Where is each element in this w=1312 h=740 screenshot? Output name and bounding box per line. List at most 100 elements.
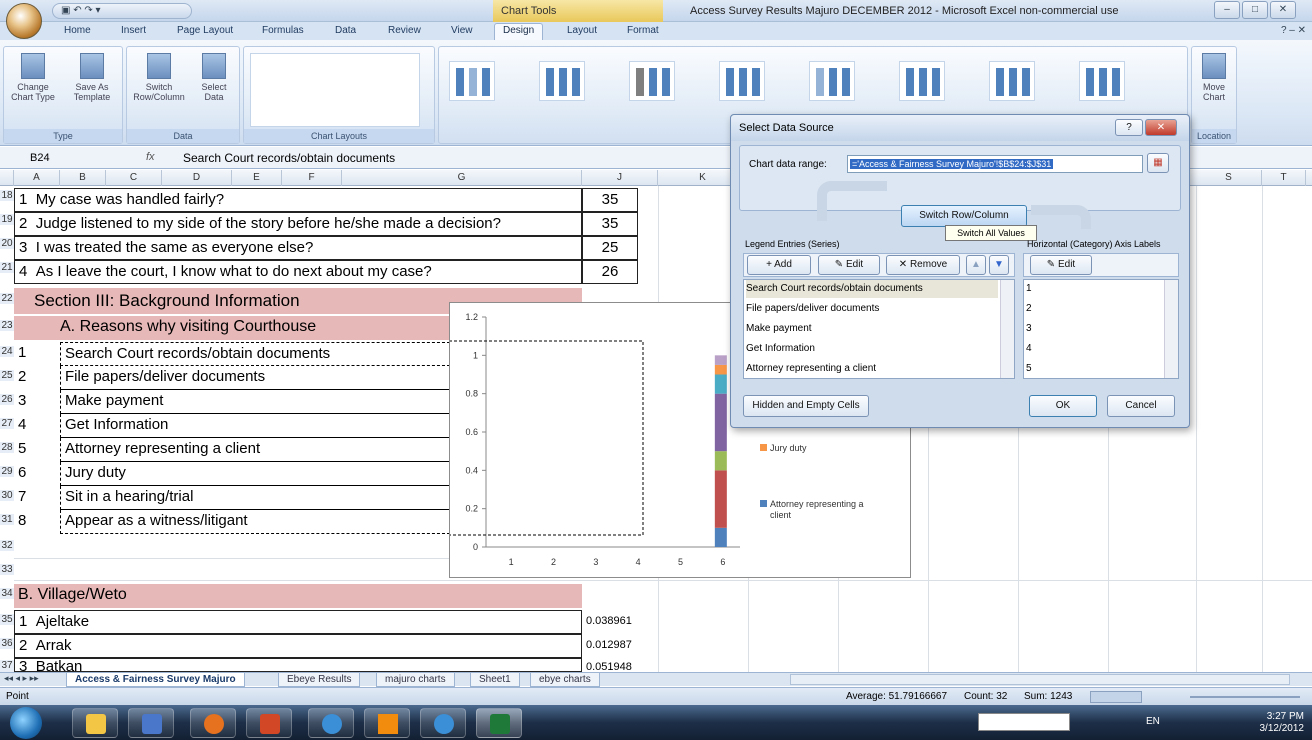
value-cell[interactable]: 35 xyxy=(582,188,638,212)
move-up-button[interactable]: ▲ xyxy=(966,255,986,275)
list-item-number[interactable]: 7 xyxy=(18,486,26,508)
chart-range-input[interactable]: ='Access & Fairness Survey Majuro'!$B$24… xyxy=(847,155,1143,173)
list-item[interactable]: Attorney representing a client xyxy=(60,438,450,462)
zoom-slider[interactable] xyxy=(1190,696,1300,698)
tab-data[interactable]: Data xyxy=(335,25,356,36)
cancel-button[interactable]: Cancel xyxy=(1107,395,1175,417)
list-item[interactable]: 4 xyxy=(1026,340,1032,358)
change-chart-type-button[interactable]: Change Chart Type xyxy=(8,53,58,102)
quick-access-toolbar[interactable]: ▣ ↶ ↷ ▾ xyxy=(52,3,192,19)
edit-axis-button[interactable]: ✎ Edit xyxy=(1030,255,1092,275)
hidden-empty-cells-button[interactable]: Hidden and Empty Cells xyxy=(743,395,869,417)
row-number[interactable]: 33 xyxy=(0,564,14,575)
list-item-number[interactable]: 1 xyxy=(18,342,26,364)
row-number[interactable]: 30 xyxy=(0,490,14,501)
chart-style-2[interactable] xyxy=(539,61,585,101)
chart-style-4[interactable] xyxy=(719,61,765,101)
chart-style-8[interactable] xyxy=(1079,61,1125,101)
firefox-taskbar-icon[interactable] xyxy=(190,708,236,738)
help-controls[interactable]: ? – ✕ xyxy=(1281,25,1306,36)
system-clock[interactable]: 3:27 PM 3/12/2012 xyxy=(1260,711,1305,735)
edit-series-button[interactable]: ✎ Edit xyxy=(818,255,880,275)
row-number[interactable]: 23 xyxy=(0,320,14,331)
col-header-b[interactable]: B xyxy=(60,170,106,186)
start-button[interactable] xyxy=(10,707,42,739)
dialog-help-button[interactable]: ? xyxy=(1115,119,1143,136)
list-item-number[interactable]: 6 xyxy=(18,462,26,484)
tab-review[interactable]: Review xyxy=(388,25,421,36)
row-number[interactable]: 29 xyxy=(0,466,14,477)
list-item[interactable]: Get Information xyxy=(60,414,450,438)
chart-style-6[interactable] xyxy=(899,61,945,101)
series-list[interactable]: Search Court records/obtain documents Fi… xyxy=(743,279,1015,379)
col-header-f[interactable]: F xyxy=(282,170,342,186)
row-number[interactable]: 27 xyxy=(0,418,14,429)
value-cell[interactable]: 35 xyxy=(582,212,638,236)
sheet-tab[interactable]: majuro charts xyxy=(376,673,455,687)
row-number[interactable]: 37 xyxy=(0,660,14,672)
list-item[interactable]: Jury duty xyxy=(60,462,450,486)
list-item[interactable]: 5 xyxy=(1026,360,1032,378)
value-cell[interactable]: 25 xyxy=(582,236,638,260)
list-item[interactable]: Search Court records/obtain documents xyxy=(746,280,998,298)
dialog-close-button[interactable]: ✕ xyxy=(1145,119,1177,136)
move-chart-button[interactable]: Move Chart xyxy=(1196,53,1232,102)
table-row[interactable]: 4 As I leave the court, I know what to d… xyxy=(14,260,582,284)
tab-design[interactable]: Design xyxy=(494,23,544,41)
taskbar-search-box[interactable] xyxy=(978,713,1070,731)
media-taskbar-icon[interactable] xyxy=(420,708,466,738)
col-header-e[interactable]: E xyxy=(232,170,282,186)
tab-layout[interactable]: Layout xyxy=(567,25,597,36)
row-number[interactable]: 32 xyxy=(0,540,14,551)
ok-button[interactable]: OK xyxy=(1029,395,1097,417)
table-row[interactable]: 2 Judge listened to my side of the story… xyxy=(14,212,582,236)
table-row[interactable]: 2 Arrak xyxy=(14,634,582,658)
list-item[interactable]: Make payment xyxy=(746,320,812,338)
sheet-tab[interactable]: Ebeye Results xyxy=(278,673,361,687)
chart-style-5[interactable] xyxy=(809,61,855,101)
formula-input[interactable]: Search Court records/obtain documents xyxy=(183,150,395,166)
sheet-tab[interactable]: Sheet1 xyxy=(470,673,520,687)
itunes-taskbar-icon[interactable] xyxy=(308,708,354,738)
word-taskbar-icon[interactable] xyxy=(128,708,174,738)
row-number[interactable]: 20 xyxy=(0,238,14,249)
close-window-button[interactable]: ✕ xyxy=(1270,1,1296,19)
tab-view[interactable]: View xyxy=(451,25,473,36)
list-item[interactable]: File papers/deliver documents xyxy=(746,300,879,318)
list-item-number[interactable]: 4 xyxy=(18,414,26,436)
sheet-tab-active[interactable]: Access & Fairness Survey Majuro xyxy=(66,673,245,687)
horizontal-scrollbar[interactable] xyxy=(790,674,1290,685)
save-as-template-button[interactable]: Save As Template xyxy=(64,53,120,102)
list-item[interactable]: 3 xyxy=(1026,320,1032,338)
list-item-number[interactable]: 2 xyxy=(18,366,26,388)
tab-insert[interactable]: Insert xyxy=(121,25,146,36)
list-item-number[interactable]: 5 xyxy=(18,438,26,460)
row-number[interactable]: 22 xyxy=(0,293,14,304)
value-cell[interactable]: 0.051948 xyxy=(586,658,632,672)
tab-home[interactable]: Home xyxy=(64,25,91,36)
row-number[interactable]: 18 xyxy=(0,190,14,201)
move-down-button[interactable]: ▼ xyxy=(989,255,1009,275)
tab-page-layout[interactable]: Page Layout xyxy=(177,25,233,36)
row-number[interactable]: 36 xyxy=(0,638,14,649)
add-series-button[interactable]: + Add xyxy=(747,255,811,275)
table-row[interactable]: 3 I was treated the same as everyone els… xyxy=(14,236,582,260)
col-header-s[interactable]: S xyxy=(1196,170,1262,186)
list-item[interactable]: Make payment xyxy=(60,390,450,414)
powerpoint-taskbar-icon[interactable] xyxy=(246,708,292,738)
chart-style-1[interactable] xyxy=(449,61,495,101)
language-indicator[interactable]: EN xyxy=(1146,716,1160,727)
row-number[interactable]: 26 xyxy=(0,394,14,405)
office-button[interactable] xyxy=(6,3,42,39)
table-row[interactable]: 1 My case was handled fairly? xyxy=(14,188,582,212)
switch-row-column-ribbon-button[interactable]: Switch Row/Column xyxy=(131,53,187,102)
row-number[interactable]: 31 xyxy=(0,514,14,525)
table-row[interactable]: 1 Ajeltake xyxy=(14,610,582,634)
row-number[interactable]: 24 xyxy=(0,346,14,357)
chart-style-3[interactable] xyxy=(629,61,675,101)
row-number[interactable]: 19 xyxy=(0,214,14,225)
remove-series-button[interactable]: ✕ Remove xyxy=(886,255,960,275)
view-buttons[interactable] xyxy=(1090,691,1142,703)
list-item[interactable]: File papers/deliver documents xyxy=(60,366,450,390)
col-header-a[interactable]: A xyxy=(14,170,60,186)
